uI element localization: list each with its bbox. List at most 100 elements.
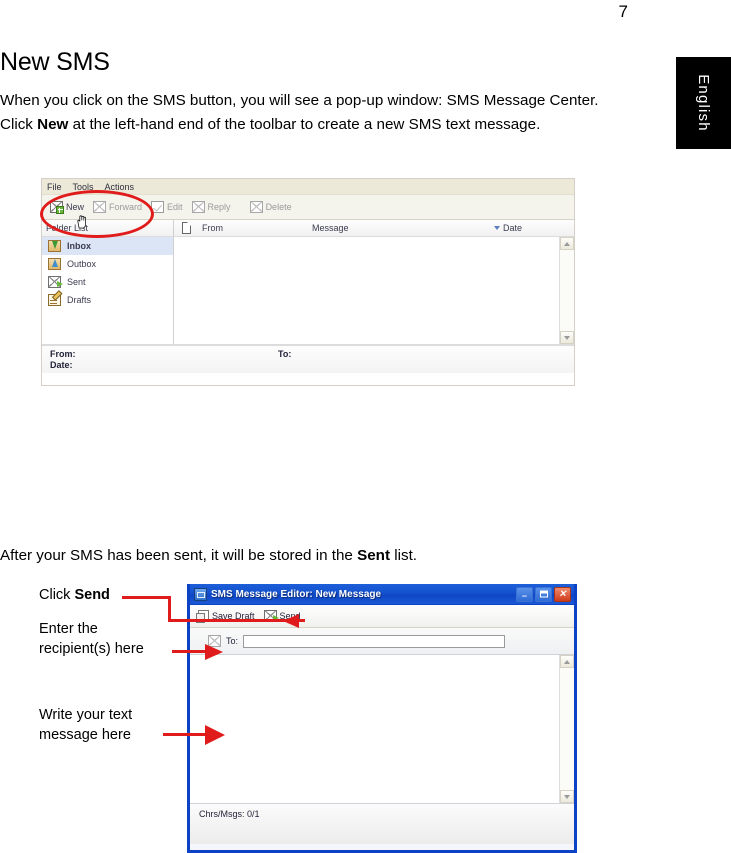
maximize-button[interactable] [535,586,552,602]
toolbar: New Forward Edit Reply Delete [42,195,574,220]
column-header-date-label: Date [503,223,523,233]
menu-item-tools[interactable]: Tools [73,182,94,192]
sent-text-bold: Sent [357,547,391,564]
message-body-input[interactable] [190,655,559,803]
menu-item-actions[interactable]: Actions [105,182,135,192]
inbox-folder-icon [48,240,61,252]
to-input[interactable] [243,634,506,648]
message-body-area [190,655,574,804]
toolbar-button-delete[interactable]: Delete [247,198,298,216]
status-bar: Chrs/Msgs: 0/1 [190,804,574,844]
message-list-header: From Message Date [174,220,574,237]
folder-item-inbox-label: Inbox [67,241,91,251]
language-tab-label: English [695,74,712,132]
folder-item-outbox-label: Outbox [67,259,97,269]
preview-date-label: Date: [50,360,73,370]
column-header-attachment[interactable] [174,222,198,234]
annotation-click-send-text: Click [39,587,75,603]
body-scroll-down-button[interactable] [560,790,574,803]
annotation-write-message: Write your text message here [39,705,132,745]
intro-text-part2: at the left-hand end of the toolbar to c… [68,116,541,133]
column-header-from[interactable]: From [198,223,312,233]
message-list [174,237,574,344]
page-title: New SMS [0,48,110,76]
message-list-scrollbar[interactable] [559,237,574,344]
message-preview-pane: From: Date: To: [42,345,574,373]
message-list-rows[interactable] [174,237,559,344]
scroll-down-button[interactable] [560,331,574,344]
hand-cursor-icon [77,215,86,229]
sent-text-part1: After your SMS has been sent, it will be… [0,547,358,564]
menu-bar: File Tools Actions [42,179,574,195]
chevron-down-icon [564,794,570,799]
drafts-folder-icon [48,290,63,306]
delete-message-icon [249,201,263,213]
callout-line-send-h1 [122,596,171,599]
edit-message-icon [151,201,165,213]
language-tab: English [676,57,731,149]
toolbar-button-new-label: New [66,202,85,212]
sms-message-center-window: File Tools Actions New Forward Edit Repl… [41,178,575,386]
document-icon [181,222,191,234]
main-split-pane: Folder List Inbox Outbox Sent Drafts Fro… [42,220,574,345]
recipient-bar: To: [190,628,574,655]
body-scroll-up-button[interactable] [560,655,574,668]
save-draft-button[interactable]: Save Draft [195,607,261,625]
close-icon: ✕ [558,588,567,599]
intro-paragraph: When you click on the SMS button, you wi… [0,89,620,137]
menu-item-file[interactable]: File [47,182,62,192]
editor-toolbar: Save Draft Send [190,605,574,628]
window-title: SMS Message Editor: New Message [211,588,382,600]
folder-item-sent-label: Sent [67,277,86,287]
toolbar-button-forward-label: Forward [109,202,143,212]
forward-message-icon [93,201,107,213]
chevron-down-icon [564,335,570,340]
annotation-click-send: Click Send [39,585,110,605]
annotation-enter-recipients: Enter the recipient(s) here [39,619,144,659]
window-controls: – ✕ [516,586,574,602]
character-count: Chrs/Msgs: 0/1 [199,809,260,819]
toolbar-button-forward[interactable]: Forward [90,198,148,216]
page-number: 7 [618,2,628,21]
toolbar-button-delete-label: Delete [265,202,292,212]
folder-item-inbox[interactable]: Inbox [42,237,173,255]
annotation-enter-recipients-line1: Enter the [39,621,98,637]
outbox-folder-icon [48,258,61,270]
chevron-up-icon [564,241,570,246]
minimize-button[interactable]: – [516,586,533,602]
message-list-pane: From Message Date [174,220,574,344]
folder-pane: Folder List Inbox Outbox Sent Drafts [42,220,174,344]
close-button[interactable]: ✕ [554,586,571,602]
title-bar[interactable]: SMS Message Editor: New Message – ✕ [190,584,574,605]
annotation-write-message-line1: Write your text [39,707,133,723]
folder-pane-header: Folder List [42,220,173,237]
callout-arrow-write-message [205,725,225,745]
callout-arrow-recipients [205,644,223,660]
folder-item-sent[interactable]: Sent [42,273,173,291]
column-header-date[interactable]: Date [494,223,574,233]
toolbar-button-reply[interactable]: Reply [189,198,237,216]
folder-item-drafts[interactable]: Drafts [42,290,173,309]
preview-to-label: To: [278,349,292,359]
toolbar-button-reply-label: Reply [207,202,231,212]
annotation-enter-recipients-line2: recipient(s) here [39,641,144,657]
maximize-icon [539,590,548,598]
column-header-message[interactable]: Message [312,223,494,233]
scroll-up-button[interactable] [560,237,574,250]
message-body-scrollbar[interactable] [559,655,574,803]
reply-message-icon [191,201,205,213]
sms-message-editor-window: SMS Message Editor: New Message – ✕ Save… [187,584,577,853]
to-label: To: [226,636,239,646]
minimize-icon: – [521,590,528,601]
new-message-icon [50,201,64,214]
intro-text-bold: New [37,116,69,133]
chevron-up-icon [564,659,570,664]
annotation-write-message-line2: message here [39,727,131,743]
folder-item-drafts-label: Drafts [67,295,92,305]
application-icon [194,587,207,601]
toolbar-button-edit[interactable]: Edit [148,198,189,216]
callout-arrow-send [283,614,299,628]
annotation-click-send-bold: Send [74,587,110,603]
sort-descending-icon [494,226,500,230]
folder-item-outbox[interactable]: Outbox [42,255,173,273]
